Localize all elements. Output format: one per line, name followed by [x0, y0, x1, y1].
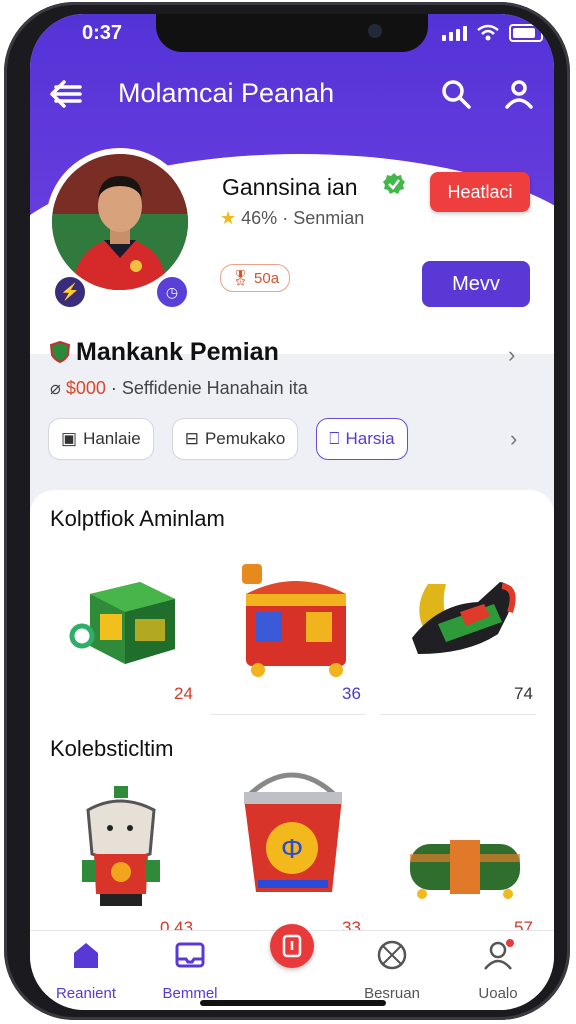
chip-row: ▣ Hanlaie ⊟ Pemukako ⎕ Harsia: [48, 418, 408, 460]
sneaker-image: [412, 582, 516, 654]
tab-label: Reanient: [55, 985, 117, 1002]
player-photo: [52, 154, 188, 290]
clock-badge-icon: ◷: [154, 274, 190, 310]
chest-image: [242, 564, 346, 677]
green-cube-item[interactable]: [60, 554, 216, 694]
tab-label: Uoalo: [478, 985, 518, 1002]
square-icon: ▣: [61, 429, 78, 448]
follow-button[interactable]: Heatlaci: [430, 172, 530, 212]
center-action-button[interactable]: [270, 924, 314, 968]
center-action-icon: [282, 934, 302, 958]
chip-hanlaie[interactable]: ▣ Hanlaie: [48, 418, 154, 460]
chip-pemukako[interactable]: ⊟ Pemukako: [171, 418, 299, 460]
item-count: 24: [174, 684, 193, 703]
divider: [210, 714, 366, 715]
verified-icon: [383, 173, 405, 194]
bucket-item[interactable]: Φ: [232, 762, 388, 902]
star-icon: ★: [220, 208, 237, 228]
chevron-right-icon[interactable]: ›: [510, 426, 517, 452]
shield-icon: [50, 341, 70, 363]
home-icon: [74, 943, 98, 968]
chip-label: Pemukako: [204, 429, 286, 448]
status-icons: [442, 24, 543, 42]
notch: [156, 14, 428, 52]
svg-text:Φ: Φ: [281, 833, 303, 864]
signal-icon: [442, 25, 467, 41]
item-count: 74: [514, 684, 533, 703]
chip-label: Harsia: [345, 429, 395, 448]
chip-harsia[interactable]: ⎕ Harsia: [316, 418, 408, 460]
section-title: Mankank Pemian: [76, 338, 279, 366]
robot-image: [82, 786, 160, 906]
price: $000: [65, 378, 106, 398]
robot-figure-item[interactable]: [72, 782, 228, 922]
screen: 0:37 Molamcai Peanah ⚡ ◷ Gannsina ian ★ …: [30, 14, 554, 1010]
menu-button[interactable]: Mevv: [422, 261, 530, 307]
page-title: Molamcai Peanah: [118, 78, 335, 108]
medal-icon: 🎖: [231, 270, 251, 287]
sneaker-item[interactable]: [398, 554, 554, 694]
wifi-icon: [477, 24, 499, 41]
status-time: 0:37: [82, 22, 123, 44]
tab-reanient[interactable]: Reanient: [36, 931, 136, 1010]
tag-icon: ⎕: [329, 429, 340, 448]
card-icon: ⊟: [184, 429, 199, 448]
home-indicator: [200, 1000, 386, 1006]
divider: [380, 714, 536, 715]
treasure-chest-item[interactable]: [228, 554, 384, 694]
tab-besruan[interactable]: Besruan: [342, 931, 442, 1010]
player-rating: ★ 46% · Senmian: [220, 208, 365, 228]
collection-title: Kolebsticltim: [50, 736, 174, 761]
profile-icon: [484, 939, 514, 970]
rating-label: Senmian: [293, 208, 365, 228]
collection-title: Kolptfiok Aminlam: [50, 506, 225, 531]
lightning-badge-icon: ⚡: [52, 274, 88, 310]
rating-value: 46%: [241, 208, 278, 228]
player-name: Gannsina ian: [222, 174, 358, 200]
ball-icon: [377, 940, 407, 970]
phone-frame: 0:37 Molamcai Peanah ⚡ ◷ Gannsina ian ★ …: [4, 2, 570, 1020]
chip-label: Hanlaie: [83, 429, 141, 448]
camera: [368, 24, 382, 38]
inbox-icon: [175, 942, 205, 968]
price-description: Seffidenie Hanahain ita: [121, 378, 308, 398]
section-subinfo: ⌀ $000 · Seffidenie Hanahain ita: [50, 378, 308, 398]
stat-badge: 🎖 50a: [220, 264, 291, 292]
bucket-image: Φ: [244, 772, 342, 892]
tab-uoalo[interactable]: Uoalo: [448, 931, 548, 1010]
tab-bemmel[interactable]: Bemmel: [140, 931, 240, 1010]
chevron-right-icon[interactable]: ›: [508, 342, 515, 368]
stat-value: 50a: [254, 269, 280, 287]
item-count: 36: [342, 684, 361, 703]
section-header[interactable]: Mankank Pemian: [50, 338, 279, 367]
avatar[interactable]: [52, 154, 188, 290]
user-icon[interactable]: [504, 78, 534, 110]
search-icon[interactable]: [440, 78, 472, 110]
back-icon[interactable]: [48, 78, 84, 110]
battery-icon: [509, 24, 543, 42]
cube-image: [69, 582, 175, 664]
